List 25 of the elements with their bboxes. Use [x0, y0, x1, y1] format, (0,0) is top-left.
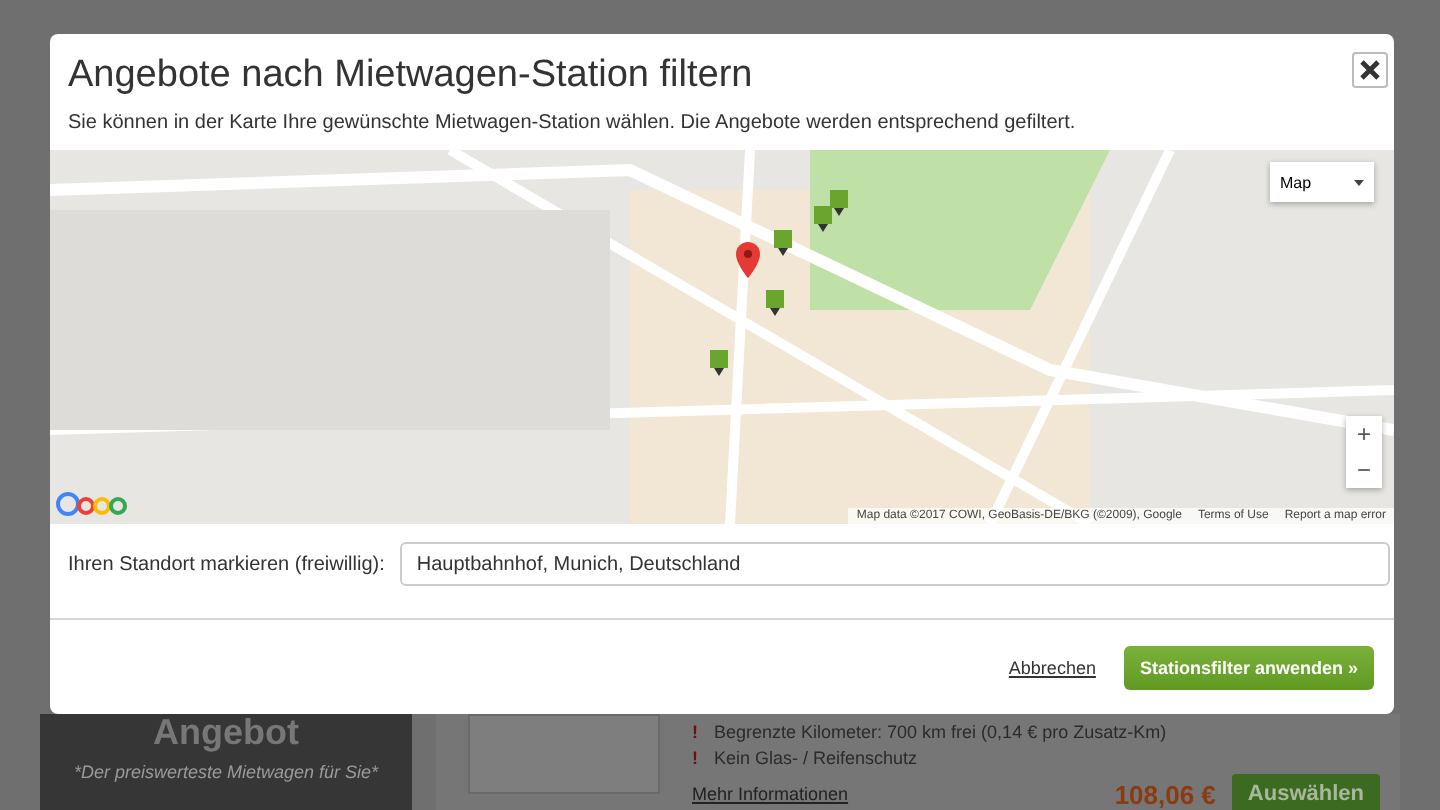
zoom-out-button[interactable]: −	[1346, 452, 1382, 488]
more-info-link[interactable]: Mehr Informationen	[692, 784, 849, 804]
map-marker-icon[interactable]	[830, 190, 848, 216]
warning-mark: !	[692, 722, 698, 742]
feature-text: Kein Glas- / Reifenschutz	[714, 748, 918, 768]
map-marker-icon[interactable]	[814, 206, 832, 232]
location-input[interactable]: Hauptbahnhof, Munich, Deutschland	[400, 542, 1390, 586]
location-label: Ihren Standort markieren (freiwillig):	[68, 553, 385, 575]
close-icon	[1360, 60, 1380, 80]
warning-mark: !	[692, 748, 698, 768]
map-marker-icon[interactable]	[766, 290, 784, 316]
zoom-in-button[interactable]: +	[1346, 416, 1382, 452]
location-pin-icon	[736, 242, 760, 278]
map-type-select[interactable]: Map	[1270, 162, 1374, 202]
feature-text: Begrenzte Kilometer: 700 km frei (0,14 € pro Zusatz-Km)	[714, 722, 1167, 742]
price: 108,06 €	[1114, 779, 1216, 809]
map-marker-icon[interactable]	[710, 350, 728, 376]
dialog-title: Angebote nach Mietwagen-Station filtern	[68, 54, 753, 98]
offer-title: Angebot	[153, 712, 299, 754]
close-button[interactable]	[1352, 52, 1388, 88]
caret-icon	[1354, 179, 1364, 185]
offer-tagline: *Der preiswerteste Mietwagen für Sie*	[73, 762, 379, 782]
map-marker-icon[interactable]	[774, 230, 792, 256]
dialog-description: Sie können in der Karte Ihre gewünschte Mietwagen-Station wählen. Die Angebote werden entsprechend gefiltert.	[68, 112, 1078, 134]
cancel-link[interactable]: Abbrechen	[1008, 658, 1096, 678]
